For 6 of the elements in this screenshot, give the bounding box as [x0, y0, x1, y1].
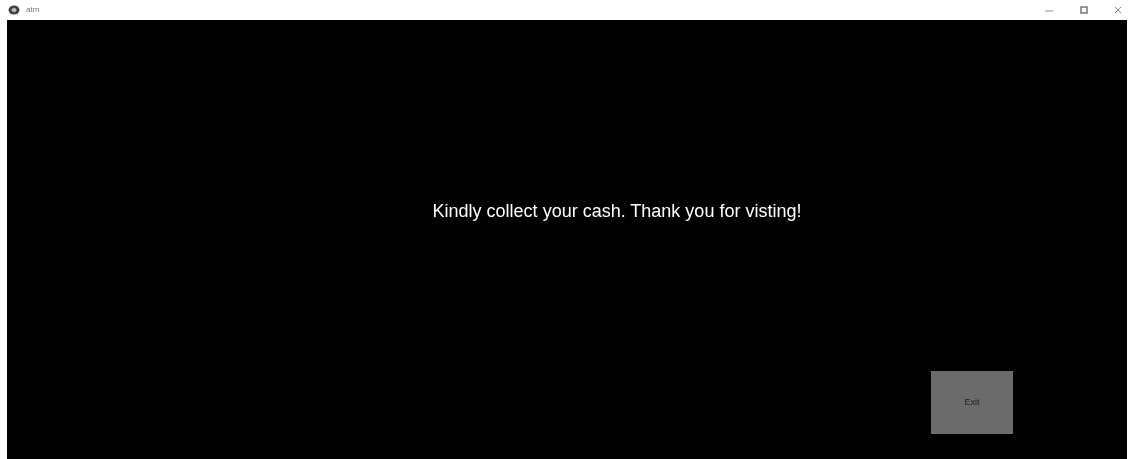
maximize-icon[interactable] [1080, 6, 1088, 14]
app-icon [8, 5, 20, 15]
window-title: atm [26, 4, 40, 16]
close-icon[interactable] [1114, 6, 1122, 14]
exit-button[interactable]: Exit [931, 371, 1013, 434]
message-text: Kindly collect your cash. Thank you for visting! [431, 200, 802, 223]
